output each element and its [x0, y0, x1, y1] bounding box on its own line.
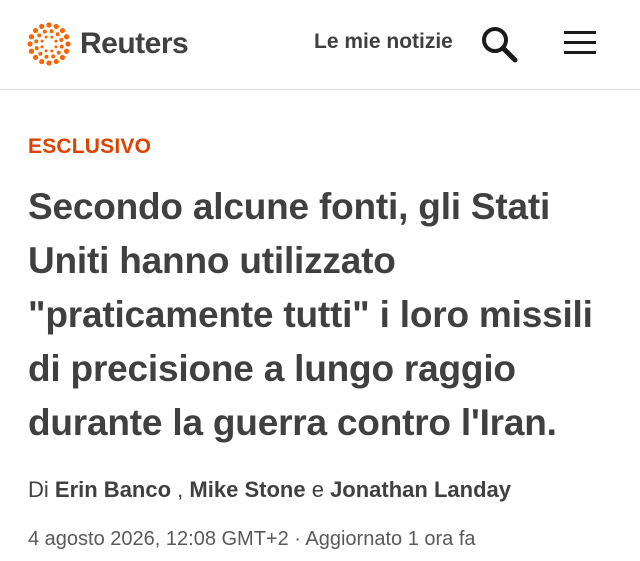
logo-dot	[46, 60, 52, 66]
section-tag-exclusive[interactable]: ESCLUSIVO	[28, 135, 151, 159]
article-dateline: 4 agosto 2026, 12:08 GMT+2 · Aggiornato …	[28, 528, 476, 550]
search-icon	[482, 27, 518, 63]
logo-dot	[39, 58, 45, 65]
author-link[interactable]: Mike Stone	[189, 477, 305, 502]
logo-dot	[59, 27, 66, 34]
logo-dot	[40, 45, 44, 49]
logo-dot	[28, 48, 35, 54]
author-link[interactable]: Erin Banco	[55, 477, 171, 502]
logo-dot	[42, 29, 47, 34]
byline-prefix: Di	[28, 477, 49, 502]
hamburger-menu-icon	[564, 31, 596, 54]
logo-dot	[59, 54, 66, 61]
author-link[interactable]: Jonathan Landay	[330, 477, 511, 502]
reuters-logo[interactable]: Reuters	[26, 20, 189, 68]
my-news-link[interactable]: Le mie notizie	[314, 30, 453, 54]
logo-dot	[50, 35, 54, 39]
logo-dot	[54, 39, 58, 43]
logo-dot	[54, 45, 58, 49]
search-button[interactable]	[479, 24, 519, 64]
logo-dot	[53, 58, 59, 65]
logo-dot	[27, 41, 33, 47]
logo-dot	[40, 39, 44, 43]
logo-dot	[59, 37, 64, 42]
logo-dot	[34, 39, 39, 44]
byline-conjunction: e	[311, 477, 324, 502]
byline: Di Erin Banco , Mike Stone e Jonathan La…	[28, 477, 511, 503]
byline-separator: ,	[177, 477, 184, 502]
logo-dot	[44, 49, 48, 53]
logo-dot	[56, 50, 61, 55]
article-headline: Secondo alcune fonti, gli Stati Uniti ha…	[28, 186, 593, 443]
logo-dot	[59, 44, 64, 49]
logo-dot	[44, 54, 49, 59]
logo-dot	[32, 54, 39, 61]
logo-dot	[55, 32, 60, 37]
logo-dot	[32, 27, 39, 34]
brand-name: Reuters	[80, 27, 189, 60]
logo-dot	[49, 29, 54, 34]
site-header: Reuters Le mie notizie	[0, 0, 640, 90]
logo-dot	[38, 51, 43, 56]
logo-dot	[28, 34, 35, 40]
logo-dot	[63, 34, 70, 40]
menu-button[interactable]	[562, 28, 598, 58]
logo-dot	[46, 22, 52, 28]
logo-dot	[50, 49, 54, 53]
logo-dot	[53, 23, 59, 30]
logo-dot	[65, 41, 71, 47]
logo-dot	[63, 48, 70, 54]
reuters-logo-icon	[27, 22, 71, 66]
logo-dot	[39, 23, 45, 30]
logo-dot	[44, 35, 48, 39]
logo-dot	[34, 46, 39, 51]
logo-dot	[37, 33, 42, 38]
logo-dot	[51, 54, 56, 59]
